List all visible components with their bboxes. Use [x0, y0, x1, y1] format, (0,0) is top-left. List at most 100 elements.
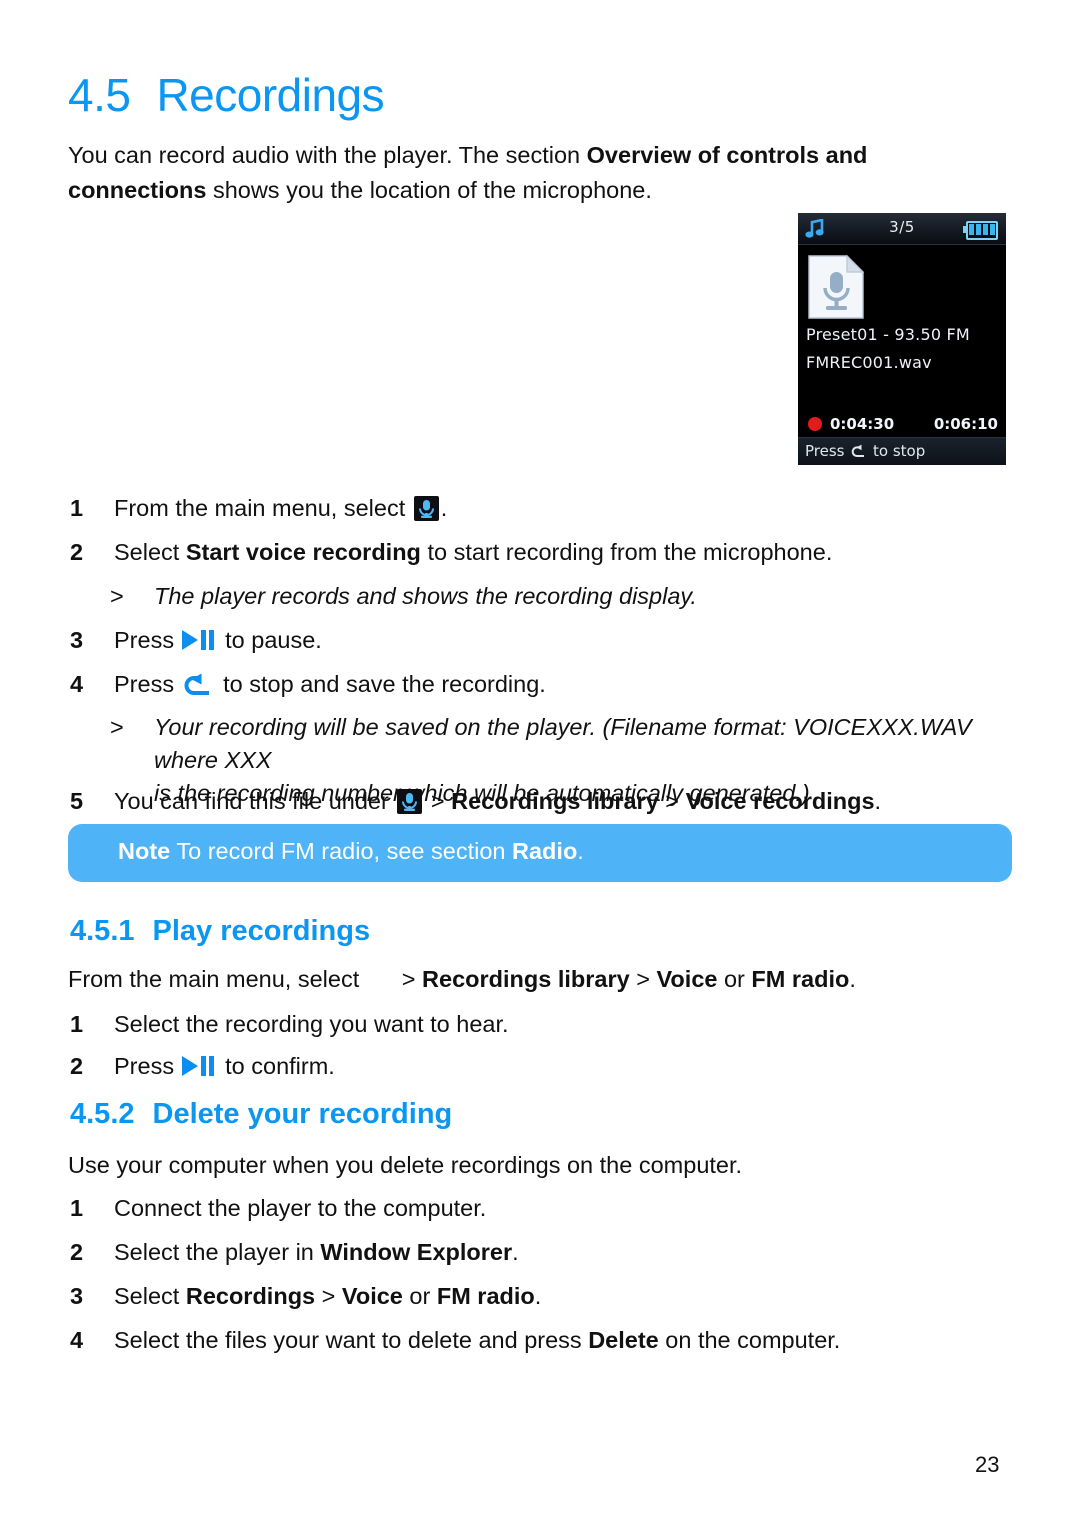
total-time: 0:06:10	[933, 415, 998, 433]
page-title: 4.5 Recordings	[68, 68, 385, 122]
battery-full-icon	[963, 221, 998, 240]
lead-bold2: Voice	[656, 966, 718, 992]
step-text: Select Start voice recording to start re…	[114, 536, 960, 569]
subsection-2-number: 4.5.2	[70, 1098, 135, 1130]
sub-note-text: The player records and shows the recordi…	[154, 583, 697, 609]
s1-step2-pre: Press	[114, 1053, 181, 1079]
note-bold-ref: Radio	[512, 838, 578, 864]
subsection-1-step-1: 1 Select the recording you want to hear.	[70, 1008, 930, 1041]
subsection-1-title: Play recordings	[152, 915, 371, 947]
play-pause-icon	[181, 629, 216, 651]
step-number: 5	[70, 788, 84, 814]
s2-step3-pre: Select	[114, 1283, 186, 1309]
s2-step2-bold: Window Explorer	[320, 1239, 513, 1265]
step-text: Press to confirm.	[114, 1050, 930, 1083]
microphone-icon	[397, 789, 423, 814]
lead-post: .	[849, 966, 856, 992]
step-number: 1	[70, 495, 84, 521]
back-arrow-glyph	[851, 444, 866, 462]
device-hint-bar: Press to stop	[798, 437, 1006, 465]
step-number: 3	[70, 627, 84, 653]
step-number: 4	[70, 1327, 84, 1353]
voice-file-icon	[808, 254, 865, 323]
note-callout-box: Note To record FM radio, see section Rad…	[68, 824, 1012, 882]
section-title: Recordings	[156, 69, 385, 121]
microphone-icon	[413, 496, 439, 521]
subsection-2-step-4: 4 Select the files your want to delete a…	[70, 1324, 970, 1357]
s2-step3-bold1: Recordings	[185, 1283, 316, 1309]
play-pause-icon	[181, 1055, 216, 1077]
subsection-2-step-2: 2 Select the player in Window Explorer.	[70, 1236, 930, 1269]
step-number: 2	[70, 1053, 84, 1079]
s2-step3-bold2: Voice	[341, 1283, 403, 1309]
sub-note-1: > The player records and shows the recor…	[110, 580, 970, 613]
s1-step2-post: to confirm.	[218, 1053, 335, 1079]
device-filename-line: FMREC001.wav	[806, 353, 932, 372]
step-5: 5 You can find this file under > Recordi…	[70, 785, 970, 818]
subsection-2-step-1: 1 Connect the player to the computer.	[70, 1192, 930, 1225]
section-number: 4.5	[68, 69, 131, 121]
step-2-post: to start recording from the microphone.	[420, 539, 833, 565]
s2-step3-bold3: FM radio	[436, 1283, 535, 1309]
hint-suffix: to stop	[868, 442, 926, 460]
s2-step4-post: on the computer.	[658, 1327, 841, 1353]
step-number: 2	[70, 539, 84, 565]
step-2-pre: Select	[114, 539, 186, 565]
intro-paragraph: You can record audio with the player. Th…	[68, 138, 898, 208]
s2-step3-post: .	[534, 1283, 542, 1309]
intro-part1: You can record audio with the player. Th…	[68, 142, 587, 168]
step-4-pre: Press	[114, 671, 181, 697]
step-text: Select the recording you want to hear.	[114, 1011, 509, 1037]
step-1-pre: From the main menu, select	[114, 495, 412, 521]
lead-bold1: Recordings library	[422, 966, 630, 992]
step-5-mid: >	[424, 788, 452, 814]
subsection-1-heading: 4.5.1 Play recordings	[70, 915, 370, 948]
step-5-post: .	[874, 788, 882, 814]
step-number: 3	[70, 1283, 84, 1309]
subsection-2-heading: 4.5.2 Delete your recording	[70, 1098, 452, 1131]
s2-step2-post: .	[512, 1239, 519, 1265]
step-1-post: .	[440, 495, 448, 521]
subsection-2-title: Delete your recording	[152, 1098, 453, 1130]
step-4: 4 Press to stop and save the recording.	[70, 668, 930, 701]
lead-gt1: >	[401, 966, 423, 992]
step-text: Select the files your want to delete and…	[114, 1324, 970, 1357]
step-number: 2	[70, 1239, 84, 1265]
step-text: Press to pause.	[114, 624, 930, 657]
manual-page: 4.5 Recordings You can record audio with …	[0, 0, 1080, 1527]
step-5-pre: You can find this file under	[114, 788, 396, 814]
sub-note-marker: >	[110, 583, 124, 609]
step-text: Select the player in Window Explorer.	[114, 1236, 930, 1269]
lead-bold3: FM radio	[751, 966, 850, 992]
hint-prefix: Press	[805, 442, 850, 460]
sub-note-line-1: Your recording will be saved on the play…	[154, 714, 972, 773]
step-1: 1 From the main menu, select .	[70, 492, 930, 525]
s2-step4-bold: Delete	[588, 1327, 659, 1353]
step-text: Select Recordings > Voice or FM radio.	[114, 1280, 930, 1313]
intro-part2: shows you the location of the microphone…	[206, 177, 652, 203]
record-dot-icon	[808, 417, 822, 431]
note-label: Note	[118, 838, 171, 864]
device-screen-image: 3/5 Preset01 - 93.50 FM FMREC001.wav 0:0…	[798, 213, 1006, 465]
step-3-pre: Press	[114, 627, 181, 653]
elapsed-time: 0:04:30	[830, 415, 895, 433]
step-text: Connect the player to the computer.	[114, 1195, 487, 1221]
step-number: 4	[70, 671, 84, 697]
step-text: From the main menu, select .	[114, 492, 930, 525]
subsection-1-number: 4.5.1	[70, 915, 135, 947]
subsection-1-step-2: 2 Press to confirm.	[70, 1050, 930, 1083]
step-number: 1	[70, 1011, 84, 1037]
step-5-mid2: >	[658, 788, 686, 814]
note-text: Note To record FM radio, see section Rad…	[118, 838, 584, 865]
s2-step3-mid1: >	[315, 1283, 342, 1309]
lead-mid: or	[717, 966, 752, 992]
step-4-post: to stop and save the recording.	[216, 671, 546, 697]
step-2: 2 Select Start voice recording to start …	[70, 536, 960, 569]
back-arrow-icon	[183, 673, 213, 697]
subsection-2-step-3: 3 Select Recordings > Voice or FM radio.	[70, 1280, 930, 1313]
device-hint-text: Press to stop	[805, 442, 925, 462]
s2-step2-pre: Select the player in	[114, 1239, 321, 1265]
step-5-bold2: Voice recordings	[685, 788, 875, 814]
page-number: 23	[975, 1452, 1000, 1477]
subsection-1-lead: From the main menu, select > Recordings …	[68, 962, 968, 997]
